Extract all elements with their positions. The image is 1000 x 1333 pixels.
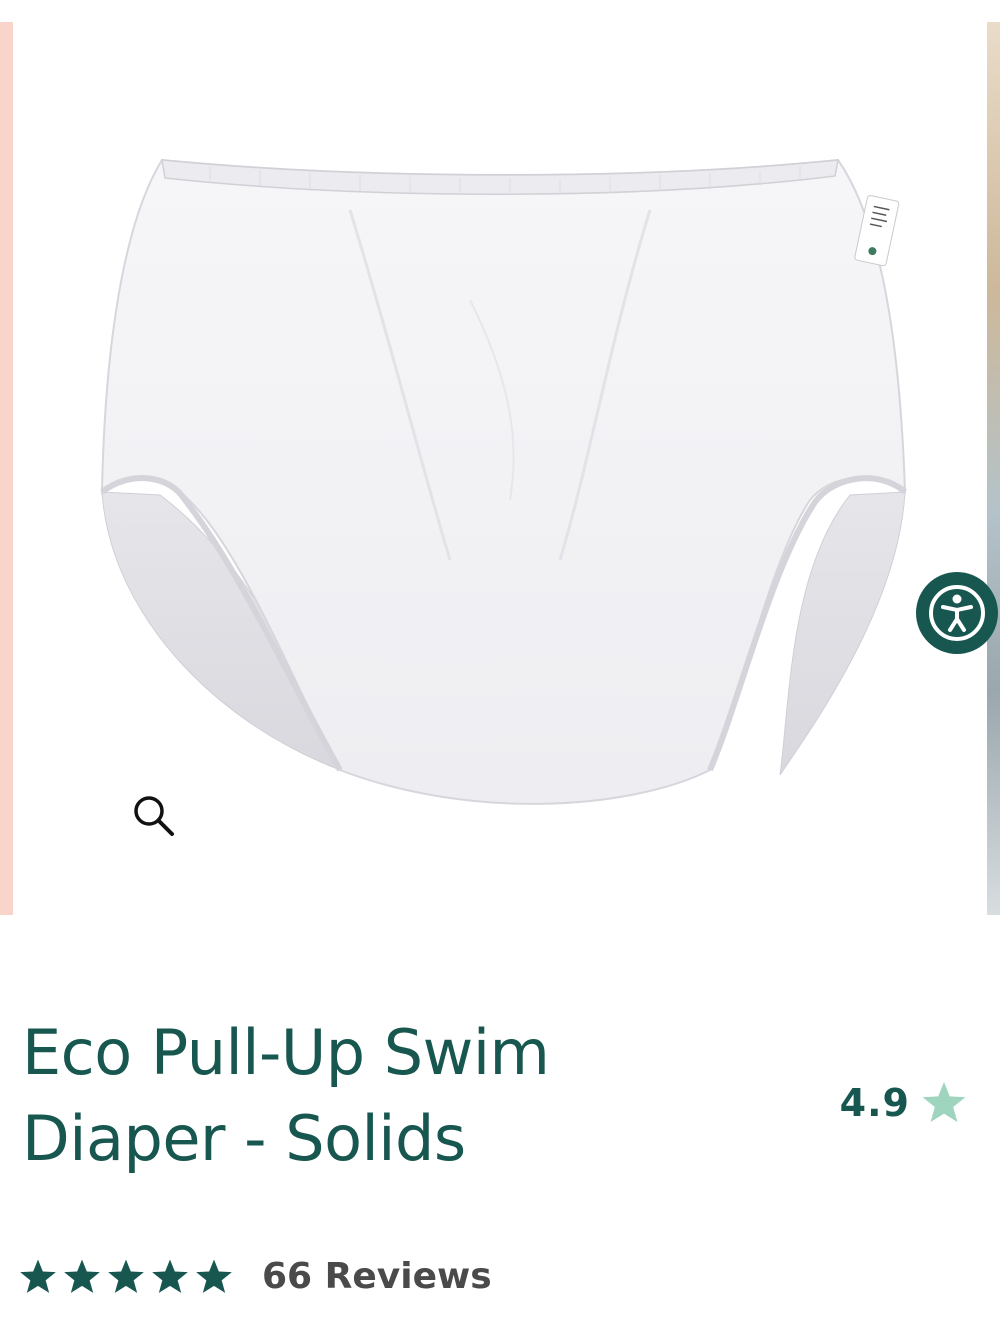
rating-score: 4.9 [839,1081,910,1125]
product-image[interactable] [90,140,920,820]
next-slide-preview[interactable] [987,22,1000,915]
accessibility-button[interactable] [916,572,998,654]
star-icon [196,1259,232,1293]
reviews-row[interactable]: 66 Reviews [18,1256,492,1297]
star-icon [64,1259,100,1293]
product-image-gallery[interactable] [0,0,1000,915]
rating-summary: 4.9 [840,1080,968,1126]
accessibility-icon [929,585,985,641]
previous-slide-preview[interactable] [0,22,13,915]
product-title: Eco Pull-Up Swim Diaper - Solids [22,1010,722,1182]
reviews-link[interactable]: 66 Reviews [262,1256,492,1297]
product-title-line-2: Diaper - Solids [22,1102,466,1175]
search-icon [134,796,174,836]
star-icon [152,1259,188,1293]
star-icon [922,1082,966,1122]
product-title-line-1: Eco Pull-Up Swim [22,1016,550,1089]
zoom-button[interactable] [124,786,184,846]
star-icon [20,1259,56,1293]
star-rating [18,1257,234,1297]
star-icon [108,1259,144,1293]
